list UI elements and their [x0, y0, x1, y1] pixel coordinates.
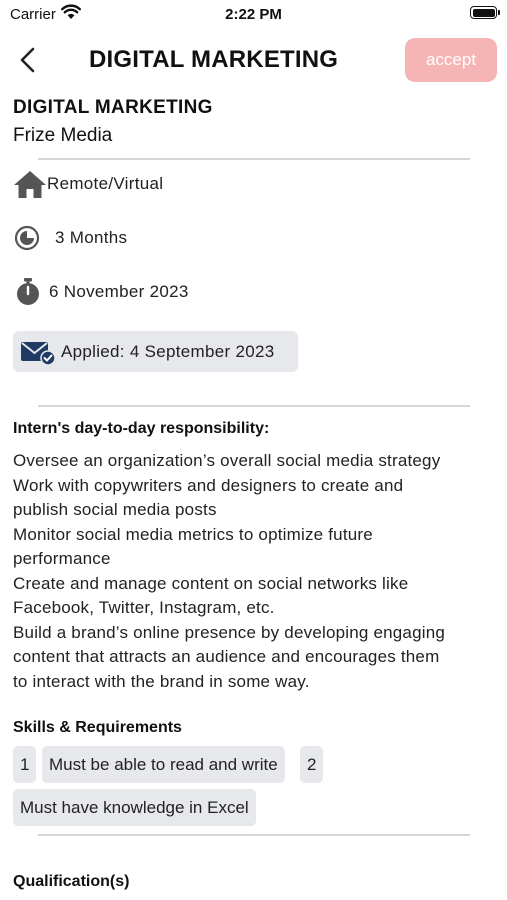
divider	[38, 405, 470, 407]
responsibility-line: content that attracts an audience and en…	[13, 647, 440, 666]
home-icon	[13, 168, 47, 200]
start-date-row: 6 November 2023	[13, 276, 189, 308]
responsibility-line: Create and manage content on social netw…	[13, 573, 409, 593]
duration-text: 3 Months	[55, 228, 128, 247]
responsibility-line: Monitor social media metrics to optimize…	[13, 524, 373, 544]
location-row: Remote/Virtual	[13, 168, 163, 200]
duration-row: 3 Months	[13, 222, 127, 254]
skills-heading: Skills & Requirements	[13, 719, 182, 736]
responsibility-line: Build a brand’s online presence by devel…	[13, 622, 446, 642]
skill-chip: 2	[300, 746, 324, 783]
stopwatch-icon	[13, 276, 47, 308]
divider	[38, 158, 470, 160]
clock-time: 2:22 PM	[225, 6, 282, 23]
applied-status-badge: Applied: 4 September 2023	[13, 331, 298, 372]
skill-chip: Must be able to read and write	[42, 746, 285, 783]
company-name: Frize Media	[13, 125, 113, 146]
responsibility-line: Work with copywriters and designers to c…	[13, 475, 404, 495]
job-title: DIGITAL MARKETING	[13, 97, 213, 118]
skill-chip: Must have knowledge in Excel	[13, 789, 256, 826]
responsibility-line: to interact with the brand in some way.	[13, 671, 310, 691]
location-text: Remote/Virtual	[47, 174, 164, 193]
battery-icon	[470, 6, 497, 19]
battery-tip	[498, 10, 500, 15]
responsibility-line: performance	[13, 549, 111, 568]
back-chevron-icon	[20, 47, 35, 73]
qualifications-heading: Qualification(s)	[13, 873, 130, 890]
clock-icon	[13, 222, 47, 254]
responsibility-line: publish social media posts	[13, 500, 217, 519]
responsibility-line: Facebook, Twitter, Instagram, etc.	[13, 598, 275, 617]
accept-button[interactable]: accept	[405, 38, 497, 82]
nav-bar: DIGITAL MARKETING accept	[0, 36, 507, 84]
status-bar: Carrier 2:22 PM	[0, 0, 507, 28]
applied-date-text: Applied: 4 September 2023	[61, 341, 275, 361]
skill-chip: 1	[13, 746, 37, 783]
back-button[interactable]	[14, 44, 44, 76]
start-date-text: 6 November 2023	[49, 282, 189, 301]
mail-check-icon	[13, 331, 61, 372]
divider	[38, 834, 470, 836]
responsibilities-text: Oversee an organization’s overall social…	[13, 449, 493, 694]
responsibilities-heading: Intern's day-to-day responsibility:	[13, 420, 270, 437]
responsibility-line: Oversee an organization’s overall social…	[13, 451, 441, 470]
page-title: DIGITAL MARKETING	[89, 46, 339, 73]
